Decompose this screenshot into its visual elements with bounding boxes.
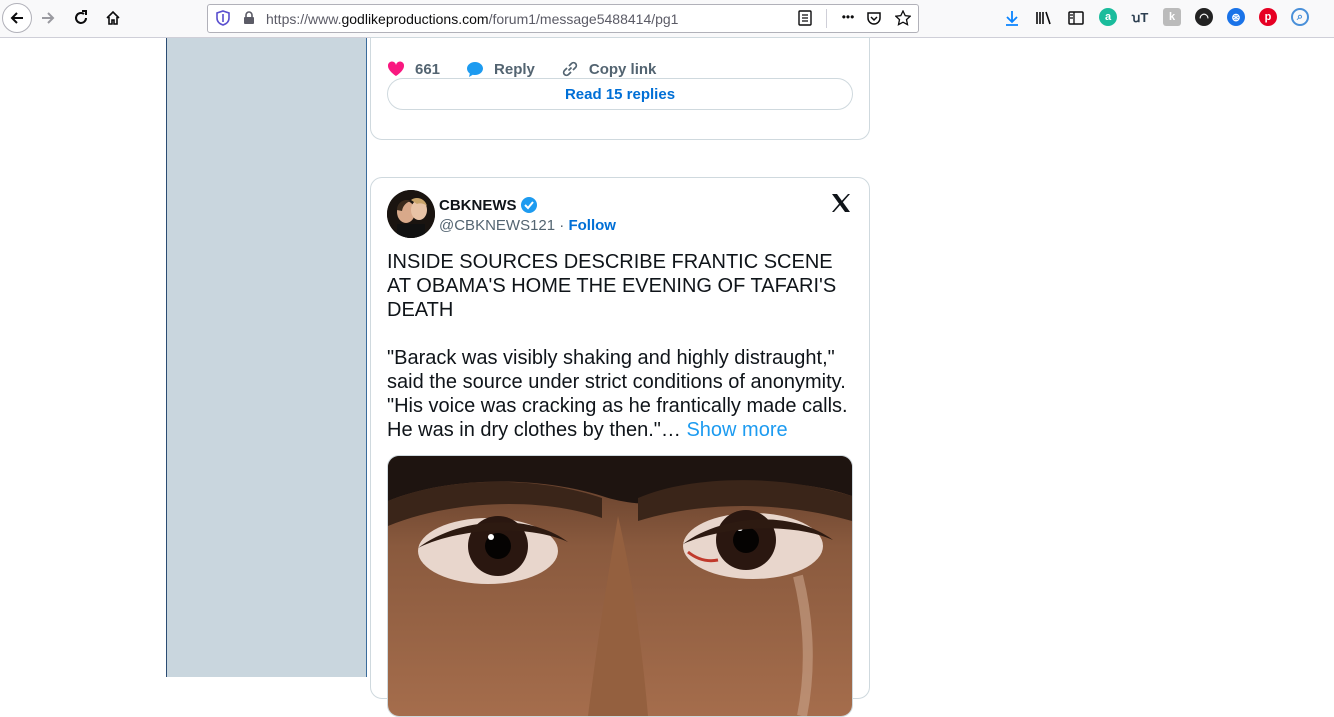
extension-arc-icon[interactable]: ◠	[1195, 8, 1213, 26]
bookmark-star-icon[interactable]	[894, 9, 912, 27]
extension-blue-icon[interactable]: ⊛	[1227, 8, 1245, 26]
crying-eyes-photo	[388, 456, 852, 716]
handle-line: @CBKNEWS121 · Follow	[439, 217, 616, 234]
reply-bubble-icon	[467, 61, 484, 77]
tweet-image[interactable]	[387, 455, 853, 717]
tweet-text: INSIDE SOURCES DESCRIBE FRANTIC SCENE AT…	[387, 250, 857, 442]
arrow-left-icon	[10, 12, 23, 24]
reload-button[interactable]	[67, 4, 95, 32]
tracking-shield-icon[interactable]	[214, 9, 232, 27]
reader-view-icon[interactable]	[796, 9, 814, 27]
avatar[interactable]	[387, 190, 435, 238]
user-handle[interactable]: @CBKNEWS121	[439, 217, 555, 234]
arrow-right-icon	[42, 12, 55, 24]
url-bar[interactable]: https://www.godlikeproductions.com/forum…	[207, 4, 919, 33]
reply-action[interactable]: Reply	[466, 61, 535, 78]
tweet-body: INSIDE SOURCES DESCRIBE FRANTIC SCENE AT…	[387, 251, 848, 441]
reply-label: Reply	[494, 60, 535, 78]
like-action[interactable]: 661	[387, 61, 440, 78]
pocket-icon[interactable]	[865, 9, 883, 27]
url-divider	[826, 9, 827, 28]
download-icon	[1006, 11, 1018, 26]
home-button[interactable]	[99, 4, 127, 32]
pinterest-icon[interactable]: p	[1259, 8, 1277, 26]
home-icon	[106, 10, 120, 25]
tweet-actions: 661 Reply Copy link	[387, 60, 682, 78]
show-more-link[interactable]: Show more	[686, 419, 787, 441]
extension-search-icon[interactable]: ⌕	[1291, 8, 1309, 26]
browser-toolbar: https://www.godlikeproductions.com/forum…	[0, 0, 1334, 38]
sidebar-icon	[1068, 11, 1084, 25]
forward-button[interactable]	[34, 4, 62, 32]
copy-link-action[interactable]: Copy link	[561, 60, 657, 78]
extension-grey-icon[interactable]: k	[1163, 8, 1181, 26]
library-button[interactable]	[1030, 4, 1058, 32]
x-logo-icon[interactable]	[829, 191, 853, 220]
page-left-margin	[0, 38, 167, 677]
copy-link-label: Copy link	[588, 60, 657, 78]
forum-sidebar	[167, 38, 367, 677]
heart-icon	[387, 61, 405, 76]
url-text[interactable]: https://www.godlikeproductions.com/forum…	[266, 11, 678, 27]
link-icon	[562, 61, 578, 77]
display-name[interactable]: CBKNEWS	[439, 196, 538, 214]
reload-icon	[75, 10, 87, 24]
like-count: 661	[415, 60, 441, 78]
back-button[interactable]	[2, 3, 32, 33]
library-icon	[1036, 11, 1051, 25]
embedded-tweet-previous: 661 Reply Copy link Read 15 replies	[370, 37, 870, 140]
page-actions-menu-icon[interactable]: •••	[836, 8, 860, 26]
sidebar-toggle-button[interactable]	[1062, 4, 1090, 32]
extension-translate-icon[interactable]: ꭒT	[1131, 8, 1149, 26]
extension-a-icon[interactable]: a	[1099, 8, 1117, 26]
embedded-tweet: CBKNEWS @CBKNEWS121 · Follow INSIDE SOUR…	[370, 177, 870, 717]
lock-icon[interactable]	[240, 9, 258, 27]
follow-link[interactable]: Follow	[568, 217, 616, 234]
read-replies-button[interactable]: Read 15 replies	[387, 78, 853, 110]
verified-badge-icon	[520, 197, 537, 213]
downloads-button[interactable]	[998, 4, 1026, 32]
